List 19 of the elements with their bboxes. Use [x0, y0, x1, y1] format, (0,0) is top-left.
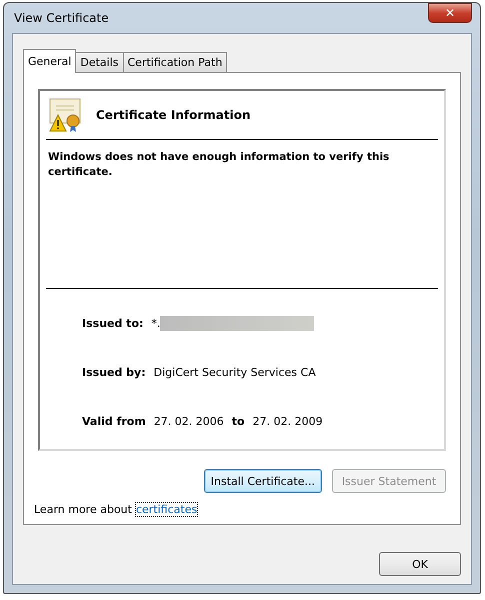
certificates-link[interactable]: certificates	[136, 503, 198, 516]
date-value: 27. 02. 2009	[252, 415, 323, 428]
section-title: Certificate Information	[96, 108, 250, 122]
help-text: Learn more about	[34, 503, 132, 516]
date-value: 27. 02. 2006	[154, 415, 224, 428]
field-label: Issued by:	[82, 366, 146, 379]
field-label: Valid from	[82, 415, 146, 428]
dialog-button[interactable]: Install Certificate...	[204, 469, 322, 493]
field-value: DigiCert Security Services CA	[154, 366, 316, 379]
field-value: *.	[151, 317, 160, 330]
ok-button[interactable]: OK	[379, 552, 461, 576]
tab[interactable]: Certification Path	[122, 52, 228, 72]
tab[interactable]: General	[23, 49, 76, 73]
close-button[interactable]: ✕	[428, 3, 472, 23]
window-title: View Certificate	[13, 11, 109, 25]
field-label: to	[232, 415, 245, 428]
warning-message: Windows does not have enough information to verify this certificate.	[46, 140, 438, 289]
tab[interactable]: Details	[75, 52, 124, 72]
field-label: Issued to:	[82, 317, 144, 330]
